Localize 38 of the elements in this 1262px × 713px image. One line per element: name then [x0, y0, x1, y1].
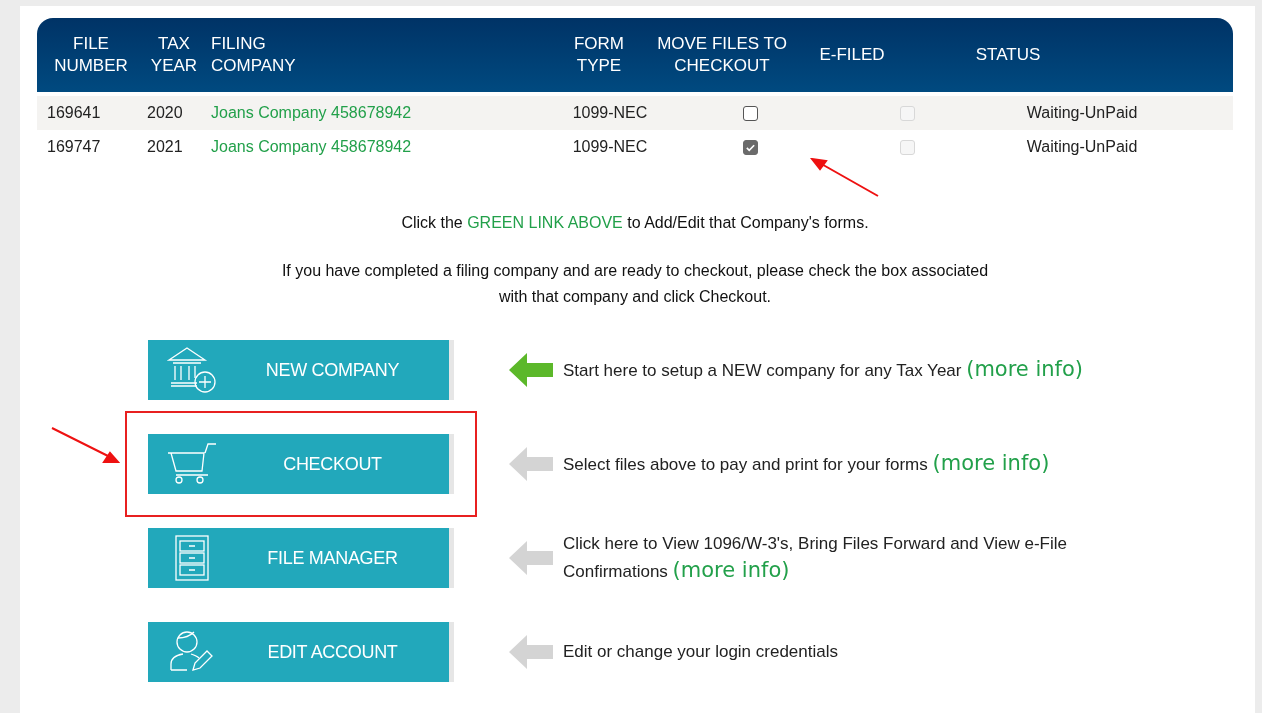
- action-description: Click here to View 1096/W-3's, Bring Files Forward and View e-File Confirmations (more info): [563, 533, 1068, 584]
- column-header: FORM TYPE: [572, 33, 625, 77]
- instruction-text: If you have completed a filing company and are ready to checkout, please check the box associated with that company and click Checkout.: [280, 261, 990, 307]
- table-cell-text: Waiting-UnPaid: [1025, 137, 1139, 157]
- more-info-link[interactable]: (more info): [672, 558, 790, 582]
- bank-icon: [167, 346, 217, 394]
- more-info-link[interactable]: (more info): [932, 451, 1050, 475]
- action-description: Select files above to pay and print for your forms (more info): [563, 450, 1051, 477]
- table-cell-text: 1099-NEC: [571, 137, 649, 157]
- action-description: Start here to setup a NEW company for any Tax Year (more info): [563, 356, 1085, 383]
- cart-icon: [167, 443, 217, 485]
- action-button[interactable]: FILE MANAGER: [148, 528, 454, 588]
- user-edit-icon: [169, 630, 215, 674]
- annotation-arrow-icon: [50, 426, 120, 466]
- company-link[interactable]: Joans Company 458678942: [211, 138, 412, 155]
- table-cell-text: Waiting-UnPaid: [1025, 103, 1139, 123]
- company-link[interactable]: Joans Company 458678942: [211, 104, 412, 121]
- table-cell-text: 2021: [147, 137, 184, 157]
- table-cell-text: 2020: [147, 103, 184, 123]
- column-header: MOVE FILES TO CHECKOUT: [656, 33, 788, 77]
- column-header: STATUS: [974, 44, 1042, 66]
- checkbox[interactable]: [743, 139, 758, 155]
- action-button[interactable]: CHECKOUT: [148, 434, 454, 494]
- action-button[interactable]: NEW COMPANY: [148, 340, 454, 400]
- table-cell-text: 169747: [46, 137, 102, 157]
- column-header: E-FILED: [818, 44, 886, 66]
- instruction-text: Click the GREEN LINK ABOVE to Add/Edit that Company's forms.: [400, 213, 870, 233]
- table-cell-text: 169641: [46, 103, 102, 123]
- table-cell-text: 1099-NEC: [571, 103, 649, 123]
- column-header: TAX YEAR: [149, 33, 199, 77]
- column-header: FILE NUMBER: [53, 33, 129, 77]
- action-description: Edit or change your login credentials: [563, 641, 839, 663]
- checkbox[interactable]: [743, 105, 758, 121]
- file-cabinet-icon: [175, 535, 209, 581]
- annotation-arrow-icon: [810, 158, 880, 198]
- column-header: FILING COMPANY: [210, 33, 297, 77]
- more-info-link[interactable]: (more info): [966, 357, 1084, 381]
- action-button[interactable]: EDIT ACCOUNT: [148, 622, 454, 682]
